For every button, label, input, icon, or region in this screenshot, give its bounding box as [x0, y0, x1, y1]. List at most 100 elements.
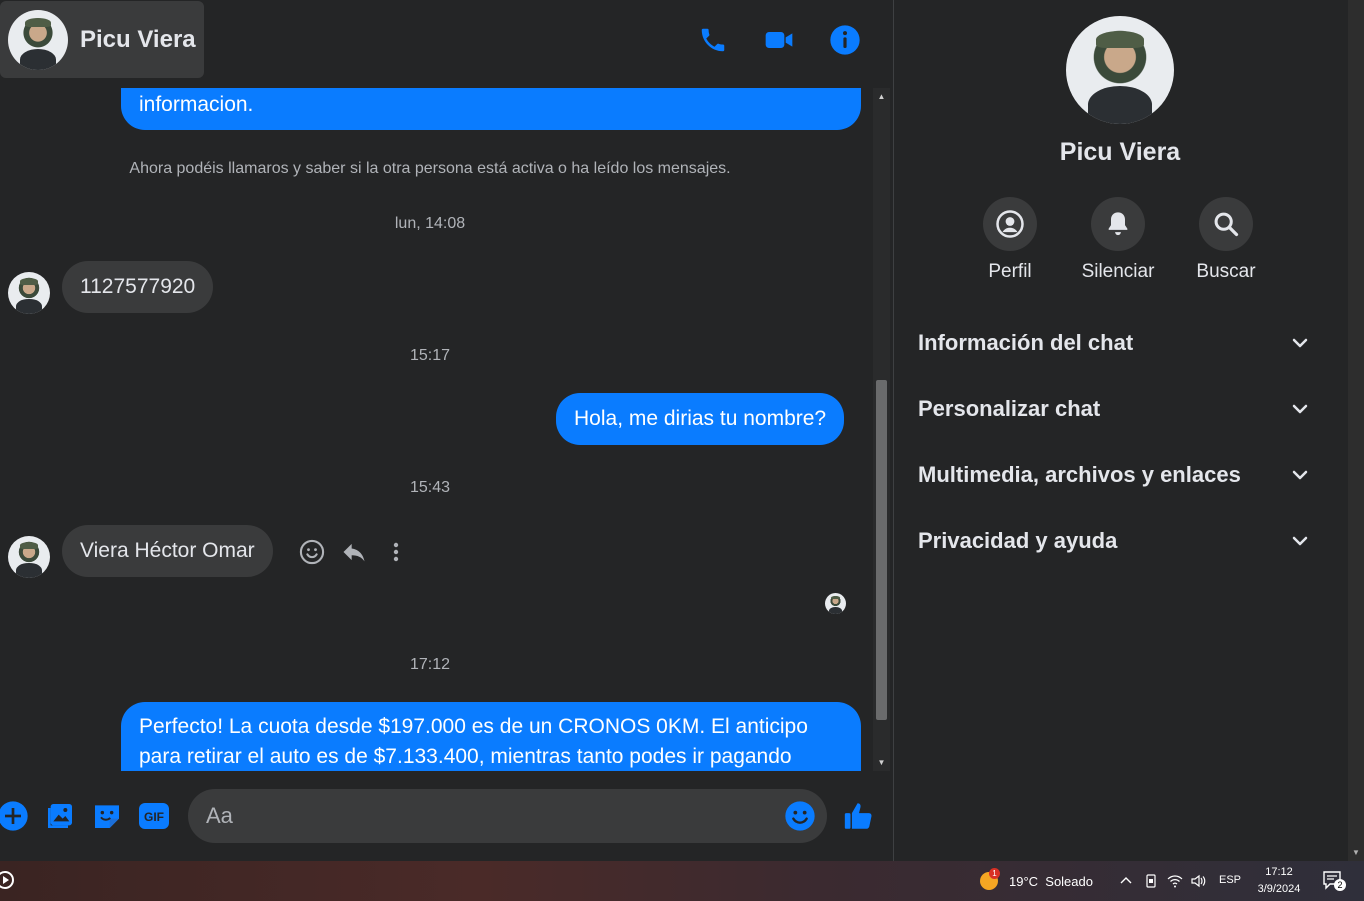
thumbs-up-icon [844, 803, 872, 829]
phone-icon [701, 28, 725, 52]
media-play-button[interactable] [0, 871, 14, 889]
device-tray-button[interactable] [1143, 873, 1159, 894]
reply-button[interactable] [340, 538, 368, 566]
device-icon [1146, 874, 1156, 888]
action-label: Buscar [1196, 261, 1256, 282]
scroll-thumb[interactable] [876, 380, 887, 720]
message-text: Viera Héctor Omar [80, 539, 255, 562]
smiley-icon [299, 539, 325, 565]
speaker-icon [1191, 874, 1206, 888]
attach-media-button[interactable] [43, 799, 77, 833]
message-timestamp: 15:17 [409, 347, 451, 364]
sender-avatar [8, 536, 50, 578]
outgoing-message-bubble[interactable]: Perfecto! La cuota desde $197.000 es de … [121, 702, 861, 771]
message-scrollbar[interactable]: ▲ ▼ [873, 88, 890, 771]
chevron-down-icon [1292, 404, 1308, 414]
search-action-button[interactable]: Buscar [1176, 197, 1276, 283]
emoji-button[interactable] [783, 799, 817, 833]
message-input[interactable] [188, 789, 827, 843]
windows-taskbar: 1 19°C Soleado ESP 17:12 3/9/2024 2 [0, 861, 1364, 901]
reply-icon [343, 543, 365, 562]
profile-avatar[interactable] [1066, 16, 1174, 124]
clock-date: 3/9/2024 [1257, 883, 1301, 895]
search-icon [1214, 212, 1239, 237]
scroll-down-arrow[interactable]: ▼ [873, 754, 890, 771]
conversation-info-button[interactable] [825, 20, 865, 60]
network-button[interactable] [1167, 873, 1183, 894]
gallery-icon [48, 804, 72, 828]
like-button[interactable] [842, 799, 876, 833]
volume-button[interactable] [1190, 873, 1208, 894]
notification-center-button[interactable]: 2 [1322, 870, 1346, 892]
contact-header-button[interactable]: Picu Viera [0, 1, 204, 78]
bell-icon [1108, 212, 1128, 236]
action-label: Perfil [988, 261, 1032, 282]
vertical-ellipsis-icon [393, 542, 399, 562]
conversation-details-panel: Picu Viera Perfil Silenciar Buscar Infor… [894, 0, 1348, 861]
system-note: Ahora podéis llamaros y saber si la otra… [129, 160, 731, 177]
section-customize-chat[interactable]: Personalizar chat [894, 379, 1334, 439]
section-label: Privacidad y ayuda [918, 528, 1118, 553]
info-icon [830, 25, 860, 55]
incoming-message-bubble[interactable]: Viera Héctor Omar [62, 525, 273, 577]
sticker-icon [95, 805, 119, 828]
chevron-up-icon [1120, 877, 1132, 884]
more-actions-button[interactable] [0, 799, 30, 833]
message-text: informacion. [139, 93, 254, 116]
outgoing-message-bubble[interactable]: informacion. [121, 88, 861, 130]
page-scrollbar[interactable]: ▼ [1348, 0, 1364, 861]
section-privacy-help[interactable]: Privacidad y ayuda [894, 511, 1334, 571]
sticker-button[interactable] [90, 799, 124, 833]
scroll-up-arrow[interactable]: ▲ [873, 88, 890, 105]
hidden-icons-button[interactable] [1118, 873, 1134, 894]
emoji-icon [785, 801, 815, 831]
gif-button[interactable]: GIF [137, 799, 171, 833]
clock-time: 17:12 [1265, 866, 1293, 878]
mute-action-button[interactable]: Silenciar [1068, 197, 1168, 283]
gif-icon: GIF [139, 803, 169, 829]
play-icon [3, 876, 9, 884]
weather-badge: 1 [989, 868, 1000, 879]
clock-button[interactable]: 17:12 3/9/2024 [1250, 864, 1308, 898]
message-text: 1127577920 [80, 275, 196, 298]
message-list: informacion. Ahora podéis llamaros y sab… [0, 88, 872, 771]
notification-count-badge: 2 [1334, 879, 1346, 891]
outgoing-message-bubble[interactable]: Hola, me dirias tu nombre? [556, 393, 845, 445]
plus-circle-icon [0, 801, 28, 831]
more-options-button[interactable] [384, 538, 408, 566]
chevron-down-icon [1292, 470, 1308, 480]
message-text: Perfecto! La cuota desde $197.000 es de … [139, 715, 808, 768]
message-timestamp: 15:43 [409, 479, 451, 496]
read-receipt-avatar [825, 593, 846, 614]
video-call-button[interactable] [759, 20, 799, 60]
profile-name: Picu Viera [1059, 138, 1181, 166]
section-chat-info[interactable]: Información del chat [894, 313, 1334, 373]
incoming-message-bubble[interactable]: 1127577920 [62, 261, 214, 313]
profile-icon [996, 210, 1024, 238]
section-label: Multimedia, archivos y enlaces [918, 462, 1241, 487]
chevron-down-icon [1292, 536, 1308, 546]
weather-text[interactable]: 19°C Soleado [1009, 874, 1093, 889]
wifi-icon [1167, 875, 1183, 888]
message-timestamp: lun, 14:08 [394, 215, 466, 232]
action-label: Silenciar [1081, 261, 1155, 282]
section-media-files-links[interactable]: Multimedia, archivos y enlaces [894, 445, 1334, 505]
chevron-down-icon [1292, 338, 1308, 348]
section-label: Información del chat [918, 330, 1134, 355]
chat-header: Picu Viera [0, 0, 893, 88]
message-text: Hola, me dirias tu nombre? [574, 407, 827, 430]
message-timestamp: 17:12 [409, 656, 451, 673]
voice-call-button[interactable] [693, 20, 733, 60]
scroll-down-arrow[interactable]: ▼ [1352, 848, 1360, 857]
profile-action-button[interactable]: Perfil [960, 197, 1060, 283]
section-label: Personalizar chat [918, 396, 1101, 421]
composer: GIF [0, 771, 893, 861]
chat-pane: Picu Viera informacion. Ahora podéis lla… [0, 0, 893, 861]
sender-avatar [8, 272, 50, 314]
video-camera-icon [765, 32, 793, 48]
react-button[interactable] [298, 538, 326, 566]
input-language[interactable]: ESP [1219, 874, 1241, 886]
weather-widget-icon[interactable]: 1 [978, 868, 1000, 892]
contact-avatar [8, 9, 68, 70]
svg-text:GIF: GIF [144, 810, 164, 824]
